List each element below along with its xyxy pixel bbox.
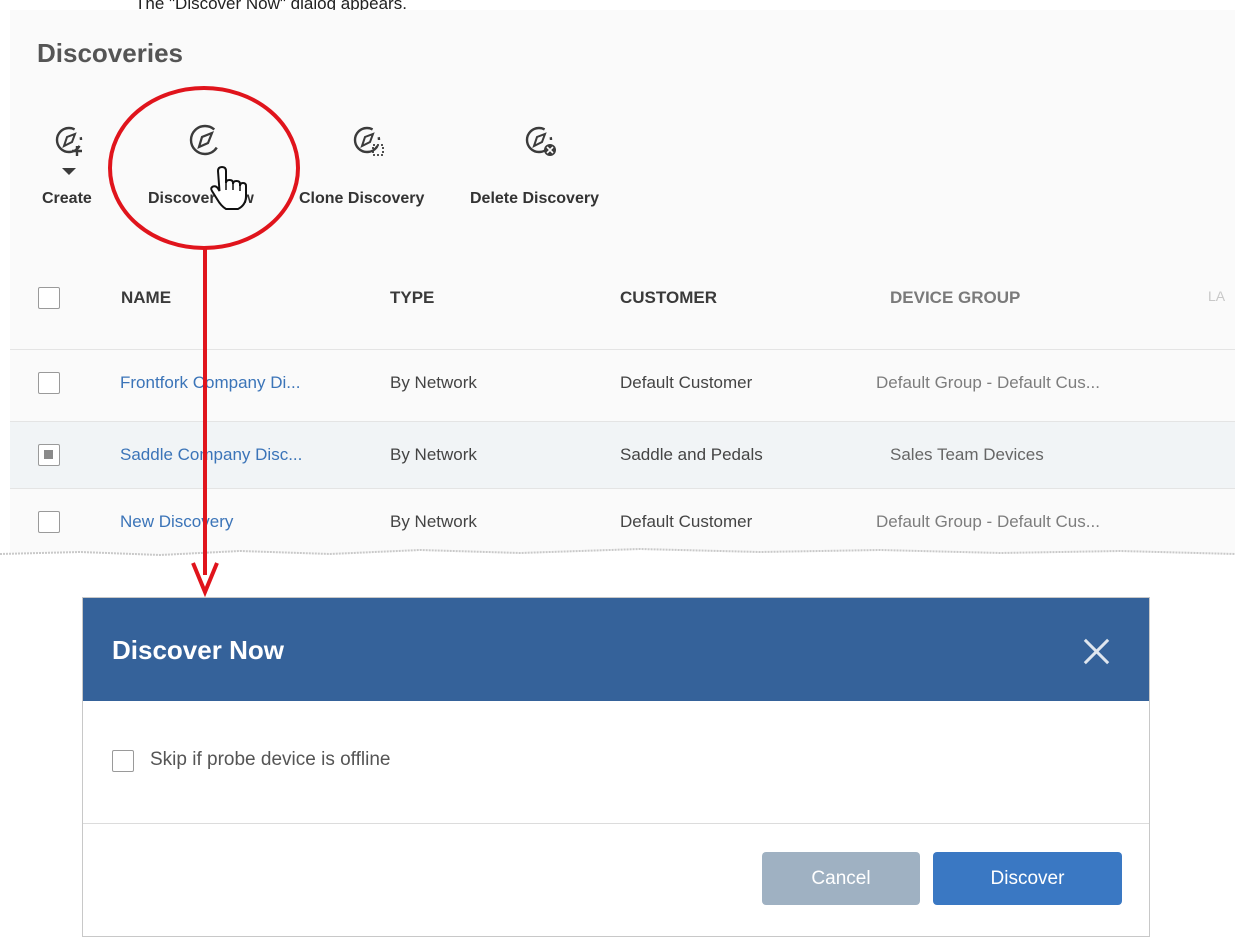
discover-button[interactable]: Discover	[933, 852, 1122, 905]
dialog-header: Discover Now	[83, 598, 1149, 701]
close-icon[interactable]	[1081, 636, 1111, 666]
cancel-button[interactable]: Cancel	[762, 852, 920, 905]
skip-offline-checkbox[interactable]	[112, 750, 134, 772]
discover-now-dialog: Discover Now Skip if probe device is off…	[82, 597, 1150, 937]
dialog-title: Discover Now	[112, 635, 284, 665]
dialog-divider	[83, 823, 1149, 824]
skip-offline-label: Skip if probe device is offline	[150, 749, 391, 770]
